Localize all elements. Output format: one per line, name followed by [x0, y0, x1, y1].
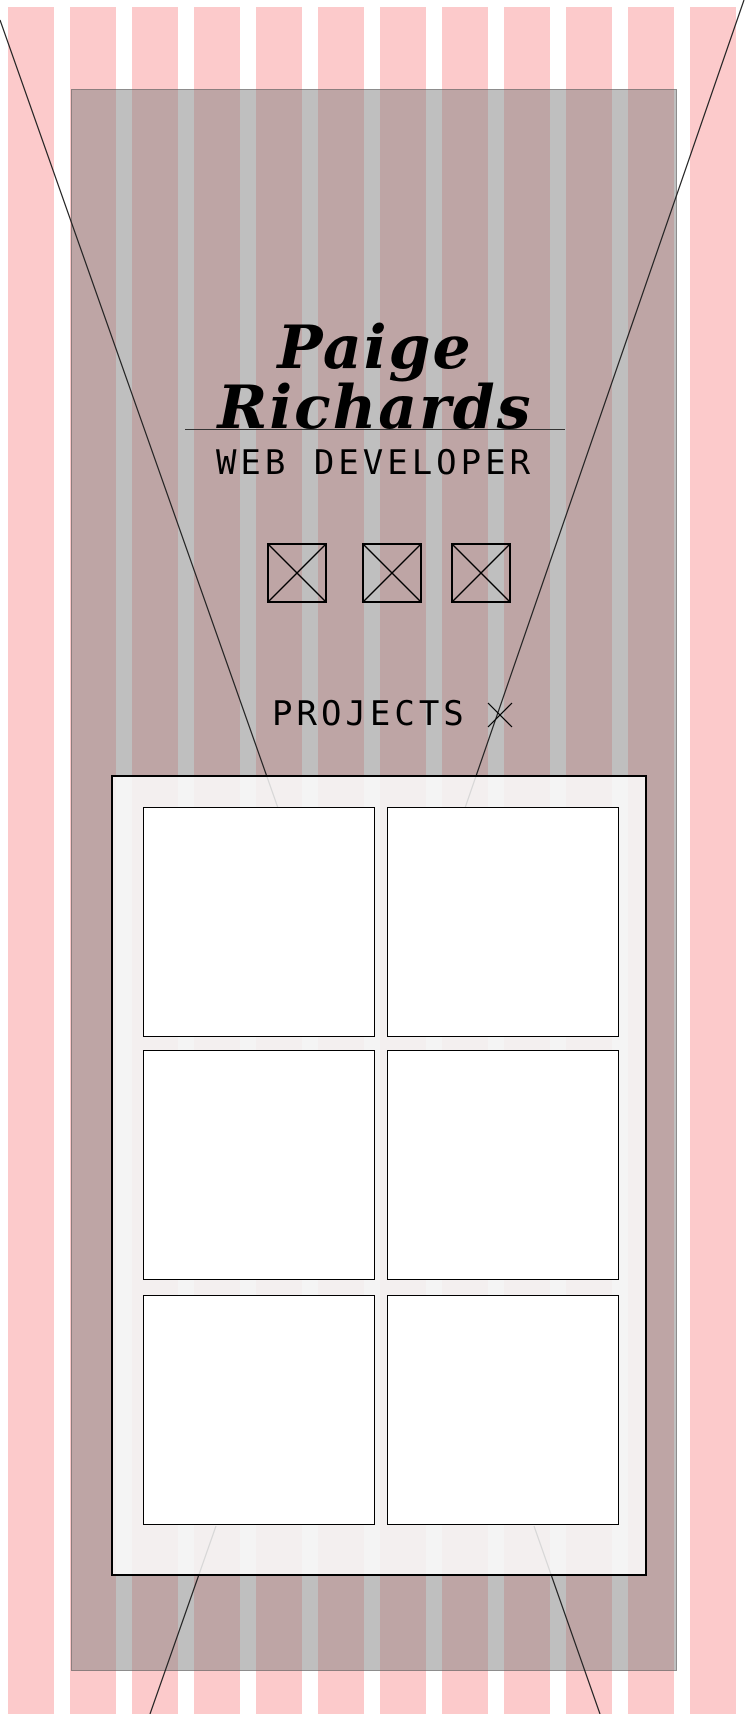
social-link-3-placeholder-icon[interactable] — [451, 543, 511, 603]
page-title: Paige Richards — [217, 313, 533, 443]
job-title: WEB DEVELOPER — [215, 443, 535, 483]
projects-heading: PROJECTS — [272, 694, 468, 734]
close-icon[interactable] — [487, 702, 513, 728]
title-divider — [185, 429, 565, 430]
project-tile[interactable] — [143, 1295, 375, 1525]
social-link-2-placeholder-icon[interactable] — [362, 543, 422, 603]
social-link-1-placeholder-icon[interactable] — [267, 543, 327, 603]
project-tile[interactable] — [387, 1050, 619, 1280]
project-tile[interactable] — [387, 807, 619, 1037]
project-tile[interactable] — [143, 807, 375, 1037]
project-tile[interactable] — [387, 1295, 619, 1525]
project-tile[interactable] — [143, 1050, 375, 1280]
